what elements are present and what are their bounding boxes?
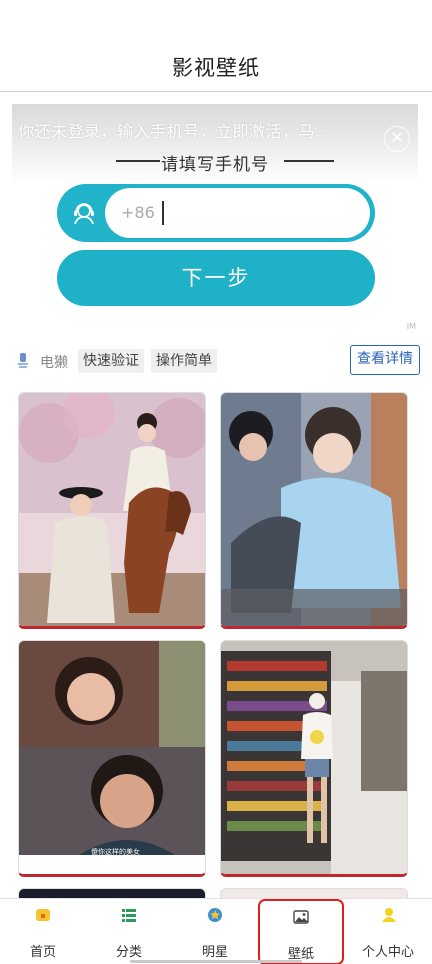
bottom-tab-bar: 首页 分类 明星 壁纸 个人中心	[0, 898, 432, 964]
wallpaper-image	[221, 393, 407, 626]
text-cursor	[162, 201, 164, 225]
subtitle-caption: 傻你这样的美女	[91, 848, 140, 856]
tab-label: 首页	[29, 945, 56, 960]
next-step-button[interactable]: 下一步	[57, 250, 375, 306]
wallpaper-tile[interactable]: 傻你这样的美女	[18, 640, 206, 877]
tab-label: 个人中心	[361, 945, 414, 960]
tab-wallpaper[interactable]: 壁纸	[258, 899, 344, 964]
list-icon	[122, 909, 136, 922]
tab-label: 分类	[115, 945, 142, 960]
feature-tag: 操作简单	[151, 349, 217, 373]
wallpaper-tile[interactable]	[220, 392, 408, 629]
page-title: 影视壁纸	[172, 56, 260, 80]
image-icon	[293, 910, 309, 924]
brand-logo-icon	[18, 353, 28, 368]
star-icon	[208, 908, 222, 922]
phone-number-field[interactable]: +86	[105, 188, 370, 238]
ad-mark: IM	[406, 322, 416, 331]
wallpaper-image	[19, 641, 205, 874]
wallpaper-image	[19, 393, 205, 626]
home-icon	[36, 909, 50, 921]
phone-title: 请填写手机号	[161, 155, 269, 175]
tab-category[interactable]: 分类	[86, 899, 172, 964]
view-details-button[interactable]: 查看详情	[350, 345, 420, 375]
feature-tag: 快速验证	[78, 349, 144, 373]
wallpaper-image	[221, 641, 407, 874]
country-code: +86	[121, 203, 155, 222]
tab-stars[interactable]: 明星	[172, 899, 258, 964]
phone-input-box[interactable]: +86	[57, 184, 375, 242]
login-notice: 你还未登录，输入手机号，立即激活，马…	[18, 122, 332, 141]
brand-name: 电獭	[40, 355, 68, 371]
tab-label: 明星	[201, 945, 228, 960]
tab-home[interactable]: 首页	[0, 899, 86, 964]
login-ad-banner: 你还未登录，输入手机号，立即激活，马… ✕ 请填写手机号 +86 下一步 IM	[12, 104, 418, 344]
app-header: 影视壁纸	[0, 0, 432, 92]
user-icon	[382, 908, 396, 922]
ad-info-row: 电獭 快速验证 操作简单 查看详情	[0, 344, 432, 378]
home-indicator	[130, 960, 302, 963]
divider-right	[284, 160, 334, 162]
close-icon[interactable]: ✕	[384, 126, 410, 152]
user-headset-icon	[74, 203, 94, 225]
phone-title-row: 请填写手机号	[12, 150, 418, 175]
wallpaper-tile[interactable]	[18, 392, 206, 629]
wallpaper-tile[interactable]	[220, 640, 408, 877]
tab-profile[interactable]: 个人中心	[344, 899, 432, 964]
